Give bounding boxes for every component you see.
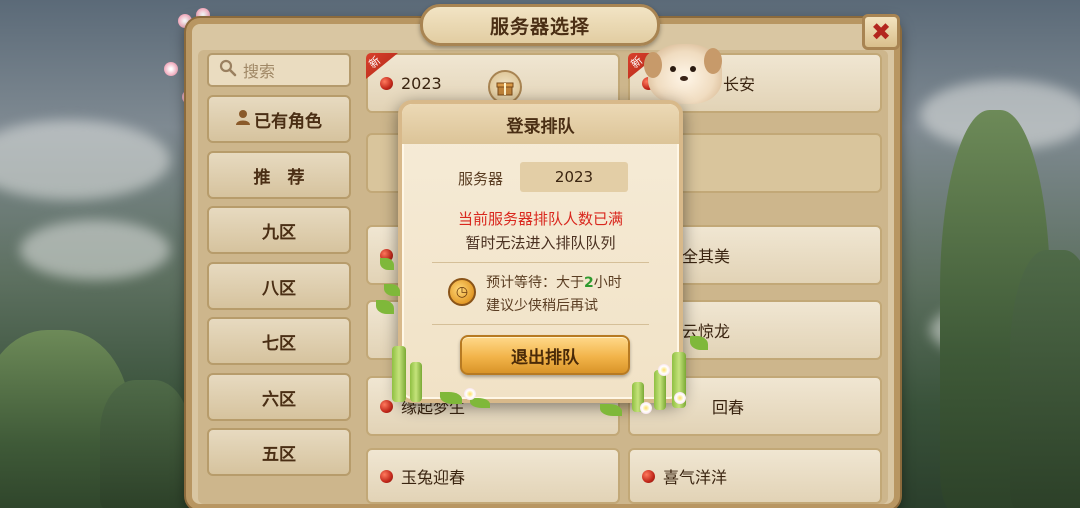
search-icon	[219, 59, 237, 81]
server-card[interactable]: 玉兔迎春	[366, 448, 620, 504]
sidebar-item-zone-5[interactable]: 五区	[207, 428, 351, 476]
server-name: 长安	[723, 75, 756, 94]
exit-queue-button[interactable]: 退出排队	[460, 335, 630, 375]
sidebar-item-zone-6[interactable]: 六区	[207, 373, 351, 421]
server-name: 玉兔迎春	[401, 468, 466, 487]
retry-suggestion: 建议少侠稍后再试	[486, 298, 598, 314]
search-placeholder: 搜索	[243, 62, 276, 81]
exit-queue-label: 退出排队	[511, 347, 579, 368]
server-value-text: 2023	[554, 168, 594, 186]
dialog-header: 登录排队	[402, 104, 679, 144]
server-name: 回春	[712, 398, 745, 417]
close-button[interactable]: ✖	[862, 14, 900, 50]
sidebar-item-label: 五区	[262, 444, 296, 465]
estimated-wait: 预计等待：大于2小时	[486, 275, 622, 291]
gift-icon[interactable]	[488, 70, 522, 104]
clock-icon: ◷	[448, 278, 476, 306]
sidebar-item-label: 七区	[262, 333, 296, 354]
sidebar-item-zone-8[interactable]: 八区	[207, 262, 351, 310]
queue-unavailable-text: 暂时无法进入排队队列	[465, 234, 616, 252]
server-name: 2023	[401, 73, 442, 93]
window-title-text: 服务器选择	[489, 15, 590, 38]
dog-pet-icon	[644, 44, 722, 104]
server-label: 服务器	[458, 170, 504, 188]
server-name: 喜气洋洋	[663, 468, 728, 487]
sidebar-item-label: 推 荐	[253, 167, 305, 188]
sidebar-item-label: 九区	[262, 222, 296, 243]
window-title: 服务器选择	[420, 4, 660, 46]
sidebar-item-label: 八区	[262, 278, 296, 299]
server-value: 2023	[520, 162, 628, 192]
sidebar-item-zone-9[interactable]: 九区	[207, 206, 351, 254]
server-status-dot	[380, 76, 393, 90]
server-card[interactable]: 喜气洋洋	[628, 448, 882, 504]
wait-hours: 2	[584, 275, 594, 291]
server-status-dot	[380, 469, 393, 483]
divider	[432, 324, 649, 325]
sidebar-item-existing-roles[interactable]: 已有角色	[207, 95, 351, 143]
login-queue-dialog: 登录排队 服务器 2023 当前服务器排队人数已满 暂时无法进入排队队列 ◷ 预…	[398, 100, 683, 403]
divider	[432, 262, 649, 263]
sidebar-item-zone-7[interactable]: 七区	[207, 317, 351, 365]
server-name: 全其美	[682, 247, 731, 266]
server-status-dot	[380, 399, 393, 413]
new-badge: 新	[366, 53, 398, 79]
sidebar-item-recommended[interactable]: 推 荐	[207, 151, 351, 199]
user-icon	[236, 109, 250, 130]
close-icon: ✖	[870, 18, 892, 46]
sidebar-item-label: 六区	[262, 389, 296, 410]
sidebar-item-label: 已有角色	[254, 111, 322, 132]
queue-full-warning: 当前服务器排队人数已满	[457, 210, 623, 228]
server-status-dot	[642, 469, 655, 483]
dialog-title: 登录排队	[506, 116, 575, 137]
search-input[interactable]: 搜索	[207, 53, 351, 87]
